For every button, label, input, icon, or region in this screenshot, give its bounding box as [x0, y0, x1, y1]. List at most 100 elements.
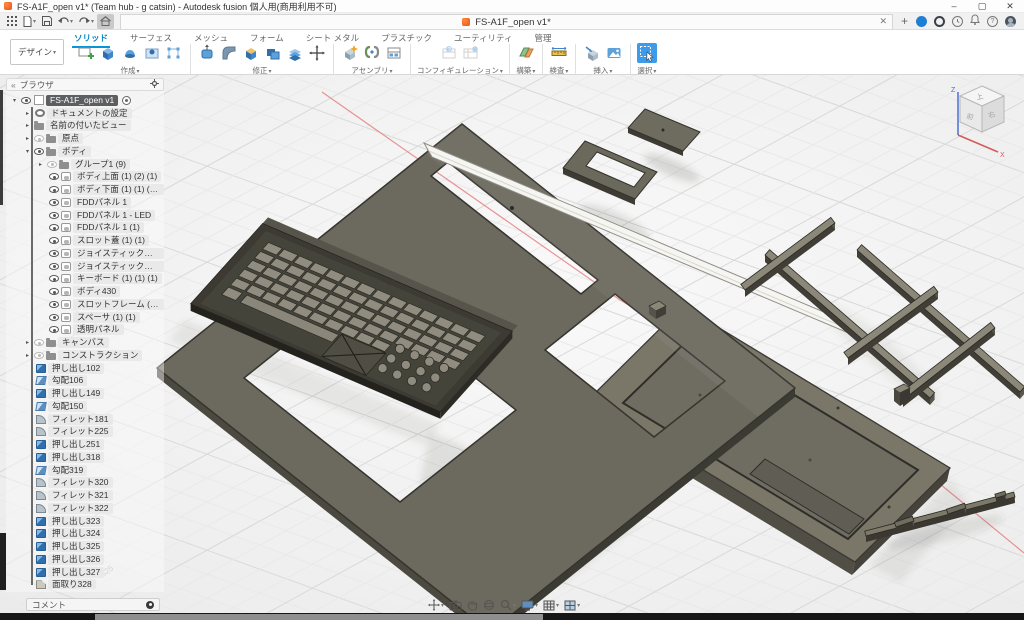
avatar-icon[interactable] — [1005, 16, 1016, 27]
browser-tree-row[interactable]: スロット蓋 (1) (1) — [6, 234, 164, 247]
visibility-eye-icon[interactable] — [49, 212, 59, 219]
fillet-icon[interactable] — [219, 43, 239, 63]
visibility-eye-icon[interactable] — [49, 263, 59, 270]
tree-item-label[interactable]: 押し出し149 — [48, 388, 104, 399]
browser-tree-row[interactable]: ジョイスティックポート (1) (1) (1) (1) — [6, 247, 164, 260]
tree-item-label[interactable]: 透明パネル — [73, 324, 124, 335]
visibility-eye-icon[interactable] — [34, 352, 44, 359]
offset-face-icon[interactable] — [285, 43, 305, 63]
visibility-eye-icon[interactable] — [49, 173, 59, 180]
tree-item-label[interactable]: 勾配150 — [48, 401, 87, 412]
visibility-eye-icon[interactable] — [34, 135, 44, 142]
document-tab[interactable]: FS-A1F_open v1* ✕ — [120, 14, 893, 29]
browser-tree-row[interactable]: 勾配150 — [6, 400, 164, 413]
browser-tree-row[interactable]: ▸ 名前の付いたビュー — [6, 120, 164, 133]
visibility-eye-icon[interactable] — [49, 186, 59, 193]
browser-gear-icon[interactable] — [150, 79, 159, 90]
tree-item-label[interactable]: ジョイスティックポート (1) (1) (1) (1) — [73, 261, 164, 272]
create-sketch-icon[interactable] — [76, 43, 96, 63]
tree-item-label[interactable]: 勾配319 — [48, 465, 87, 476]
expander-arrow-icon[interactable]: ▸ — [23, 339, 32, 346]
browser-tree-row[interactable]: FDDパネル 1 — [6, 196, 164, 209]
hole-icon[interactable] — [142, 43, 162, 63]
browser-tree-row[interactable]: フィレット320 — [6, 477, 164, 490]
expander-arrow-icon[interactable]: ▾ — [10, 97, 19, 104]
select-icon[interactable] — [637, 43, 657, 63]
expander-arrow-icon[interactable]: ▸ — [36, 161, 45, 168]
tree-item-label[interactable]: 押し出し324 — [48, 528, 104, 539]
home-view-icon[interactable] — [97, 14, 114, 29]
browser-tree-row[interactable]: ボディ430 — [6, 285, 164, 298]
tree-item-label[interactable]: ジョイスティックポート (1) (1) (1) (1) — [73, 248, 164, 259]
tree-item-label[interactable]: FDDパネル 1 — [73, 197, 131, 208]
tree-item-label[interactable]: 押し出し251 — [48, 439, 104, 450]
browser-tree-row[interactable]: スペーサ (1) (1) — [6, 311, 164, 324]
browser-tree-row[interactable]: 勾配319 — [6, 464, 164, 477]
configure-icon[interactable]: ? — [439, 43, 459, 63]
group-label-modify[interactable]: 修正▾ — [252, 65, 271, 76]
tree-item-label[interactable]: キーボード (1) (1) (1) — [73, 273, 162, 284]
app-grid-icon[interactable] — [4, 14, 20, 29]
tree-item-label[interactable]: 名前の付いたビュー — [46, 120, 131, 131]
tree-item-label[interactable]: フィレット320 — [48, 477, 113, 488]
tree-item-label[interactable]: 押し出し318 — [48, 452, 104, 463]
browser-tree-row[interactable]: ▸ ドキュメントの設定 — [6, 107, 164, 120]
tree-item-label[interactable]: コンストラクション — [58, 350, 142, 361]
browser-tree-row[interactable]: 押し出し318 — [6, 451, 164, 464]
new-tab-plus-icon[interactable]: + — [901, 14, 908, 28]
tab-close-icon[interactable]: ✕ — [879, 16, 887, 27]
browser-tree-row[interactable]: ▸ キャンバス — [6, 336, 164, 349]
group-label-assemble[interactable]: アセンブリ▾ — [351, 65, 392, 76]
tree-item-label[interactable]: 原点 — [58, 133, 83, 144]
expander-arrow-icon[interactable]: ▸ — [23, 135, 32, 142]
browser-tree-row[interactable]: フィレット225 — [6, 426, 164, 439]
redo-icon[interactable]: ▾ — [76, 14, 97, 29]
browser-tree-row[interactable]: ▾ FS-A1F_open v1 — [6, 94, 164, 107]
combine-icon[interactable] — [263, 43, 283, 63]
tree-item-label[interactable]: フィレット321 — [48, 490, 113, 501]
browser-tree-row[interactable]: 押し出し102 — [6, 362, 164, 375]
browser-tree-row[interactable]: 押し出し324 — [6, 528, 164, 541]
sketch-palette-icon[interactable] — [164, 43, 184, 63]
tree-item-label[interactable]: スロットフレーム (1) (1) — [73, 299, 164, 310]
configuration-table-icon[interactable] — [461, 43, 481, 63]
browser-header[interactable]: « ブラウザ — [6, 78, 164, 91]
tree-item-label[interactable]: ボディ下面 (1) (1) (1) (2) — [73, 184, 164, 195]
save-icon[interactable] — [39, 14, 55, 29]
expander-arrow-icon[interactable]: ▸ — [23, 110, 32, 117]
help-icon[interactable]: ? — [987, 16, 998, 27]
collapse-panel-icon[interactable]: « — [11, 80, 16, 90]
file-menu-icon[interactable]: ▾ — [20, 14, 39, 29]
tree-item-label[interactable]: 勾配106 — [48, 375, 87, 386]
notifications-bell-icon[interactable] — [970, 12, 980, 30]
group-label-select[interactable]: 選択▾ — [637, 65, 656, 76]
tree-item-label[interactable]: スペーサ (1) (1) — [73, 312, 140, 323]
browser-tree-row[interactable]: FDDパネル 1 (1) — [6, 222, 164, 235]
visibility-eye-icon[interactable] — [34, 148, 44, 155]
press-pull-icon[interactable] — [197, 43, 217, 63]
tree-item-label[interactable]: 押し出し325 — [48, 541, 104, 552]
activate-radio-icon[interactable] — [122, 96, 131, 105]
browser-tree-row[interactable]: ▸ コンストラクション — [6, 349, 164, 362]
pan-hand-icon[interactable] — [467, 599, 478, 611]
close-button[interactable]: ✕ — [996, 0, 1024, 13]
tree-item-label[interactable]: 面取り328 — [48, 579, 96, 589]
tree-item-label[interactable]: ボディ — [58, 146, 91, 157]
tree-item-label[interactable]: 押し出し327 — [48, 567, 104, 578]
minimize-button[interactable]: – — [940, 0, 968, 13]
expander-arrow-icon[interactable]: ▾ — [23, 148, 32, 155]
group-label-create[interactable]: 作成▾ — [120, 65, 139, 76]
rigid-group-icon[interactable] — [384, 43, 404, 63]
browser-tree-row[interactable]: フィレット322 — [6, 502, 164, 515]
browser-tree-row[interactable]: ▸ グループ1 (9) — [6, 158, 164, 171]
job-status-icon[interactable] — [916, 16, 927, 27]
browser-tree-row[interactable]: 押し出し149 — [6, 387, 164, 400]
group-label-insert[interactable]: 挿入▾ — [593, 65, 612, 76]
measure-icon[interactable] — [549, 43, 569, 63]
tree-item-label[interactable]: FDDパネル 1 (1) — [73, 222, 144, 233]
tree-item-label[interactable]: 押し出し326 — [48, 554, 104, 565]
visibility-eye-icon[interactable] — [49, 224, 59, 231]
insert-derive-icon[interactable] — [582, 43, 602, 63]
tree-item-label[interactable]: フィレット225 — [48, 426, 113, 437]
tree-item-label[interactable]: フィレット322 — [48, 503, 113, 514]
